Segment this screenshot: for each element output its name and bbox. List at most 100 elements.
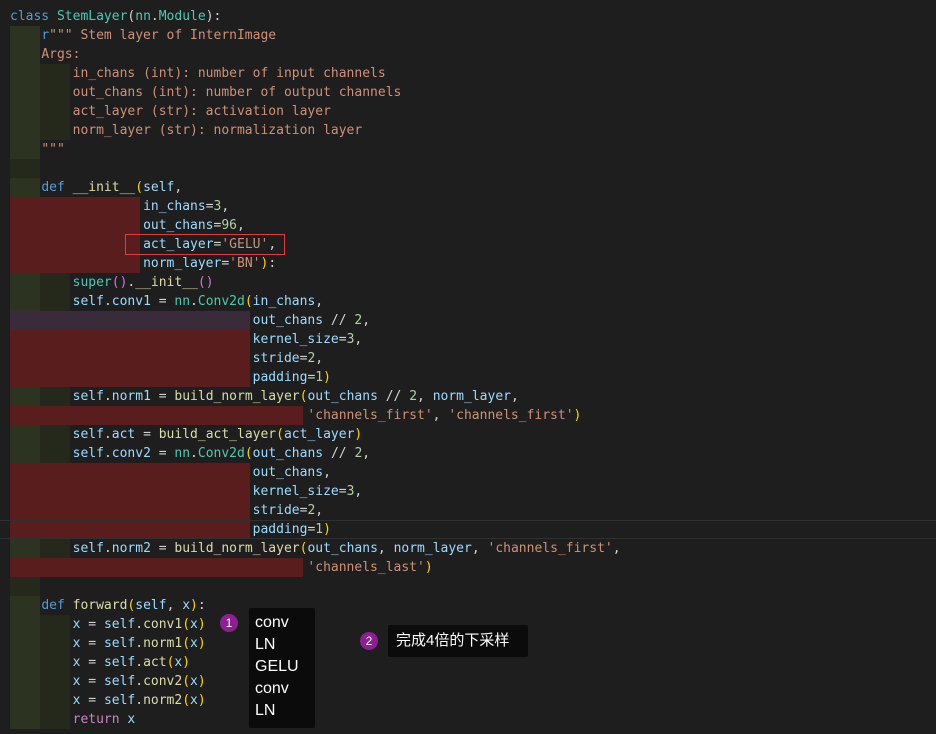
callout-item-conv: conv — [255, 614, 289, 631]
code-token: 'channels_first' — [487, 541, 613, 556]
callout-item-ln: LN — [255, 636, 276, 653]
code-token: // — [377, 389, 410, 404]
code-token: , — [237, 218, 245, 233]
code-token: , — [315, 294, 324, 309]
code-token: """ Stem layer of InternImage — [49, 28, 277, 43]
code-token: self — [103, 674, 136, 689]
code-line: stride=2, — [10, 501, 323, 520]
code-token: out_chans — [252, 446, 324, 461]
code-line: """ — [10, 140, 64, 159]
code-token: ) — [197, 617, 206, 632]
code-token: , — [471, 541, 488, 556]
code-token: return — [72, 712, 128, 727]
code-token: 1 — [315, 370, 324, 385]
code-token: = — [338, 484, 347, 499]
code-token: = — [150, 294, 175, 309]
code-line: self.conv1 = nn.Conv2d(in_chans, — [10, 292, 324, 311]
code-line: self.conv2 = nn.Conv2d(out_chans // 2, — [10, 444, 370, 463]
code-token: ( — [244, 294, 253, 309]
code-editor[interactable]: class StemLayer(nn.Module): r""" Stem la… — [0, 0, 936, 734]
code-token: , — [362, 313, 371, 328]
code-token: out_chans (int): number of output channe… — [72, 85, 402, 100]
code-token: ) — [197, 693, 206, 708]
code-token: , — [432, 408, 449, 423]
code-line: x = self.norm2(x) — [10, 691, 206, 710]
code-token: = — [80, 636, 104, 651]
code-token: ) — [197, 636, 206, 651]
code-token: = — [80, 693, 104, 708]
code-token: , — [354, 332, 363, 347]
code-line: out_chans, — [10, 463, 331, 482]
code-token: = — [150, 389, 175, 404]
code-token: . — [103, 389, 112, 404]
code-token: . — [135, 674, 144, 689]
code-token: ( — [182, 674, 191, 689]
code-token: stride — [252, 351, 300, 366]
act-layer-highlight-box — [125, 234, 285, 255]
code-token: stride — [252, 503, 300, 518]
code-token: act — [111, 427, 136, 442]
code-token: = — [80, 655, 104, 670]
code-token: ) — [424, 560, 433, 575]
code-token: self — [72, 446, 104, 461]
code-token: , — [174, 180, 183, 195]
code-token: self — [72, 389, 104, 404]
code-token: out_chans — [307, 541, 378, 556]
layer-sequence-callout: conv LN GELU conv LN — [249, 608, 315, 728]
code-token: = — [150, 446, 175, 461]
code-line: in_chans (int): number of input channels — [10, 64, 386, 83]
code-token: in_chans — [252, 294, 316, 309]
code-token: Conv2d — [197, 294, 245, 309]
code-token: . — [135, 693, 144, 708]
code-token: Args: — [41, 47, 81, 62]
code-token: StemLayer — [56, 9, 128, 24]
code-token: . — [190, 294, 198, 309]
code-token: ) — [323, 522, 331, 537]
code-token: . — [103, 446, 112, 461]
code-line: 'channels_first', 'channels_first') — [10, 406, 581, 425]
code-token: . — [190, 446, 198, 461]
code-token: self — [72, 294, 104, 309]
code-token: build_norm_layer — [174, 389, 300, 404]
code-line: padding=1) — [10, 368, 331, 387]
code-token: self — [103, 636, 136, 651]
code-token: ) — [573, 408, 582, 423]
code-line: out_chans=96, — [10, 216, 245, 235]
code-token: norm2 — [143, 693, 183, 708]
code-token: () — [111, 275, 128, 290]
code-token: , — [323, 465, 331, 480]
code-line: x = self.conv1(x) — [10, 615, 206, 634]
code-line: padding=1) — [10, 520, 331, 539]
code-line: out_chans (int): number of output channe… — [10, 83, 402, 102]
code-token: 'channels_last' — [307, 560, 425, 575]
code-token: , — [354, 484, 363, 499]
callout-item-conv: conv — [255, 680, 289, 697]
code-token: self — [135, 598, 167, 613]
code-token: , — [612, 541, 621, 556]
code-token: x — [190, 617, 198, 632]
code-token: forward — [72, 598, 128, 613]
code-token: padding — [252, 370, 308, 385]
code-token: norm1 — [111, 389, 151, 404]
code-token: norm_layer (str): normalization layer — [72, 123, 363, 138]
code-token: ( — [244, 446, 253, 461]
code-line: 'channels_last') — [10, 558, 433, 577]
code-token: self — [103, 693, 136, 708]
code-token: , — [510, 389, 519, 404]
code-token: = — [80, 617, 104, 632]
code-token: self — [72, 541, 104, 556]
code-line: class StemLayer(nn.Module): — [10, 7, 221, 26]
code-token: out_chans — [252, 313, 324, 328]
